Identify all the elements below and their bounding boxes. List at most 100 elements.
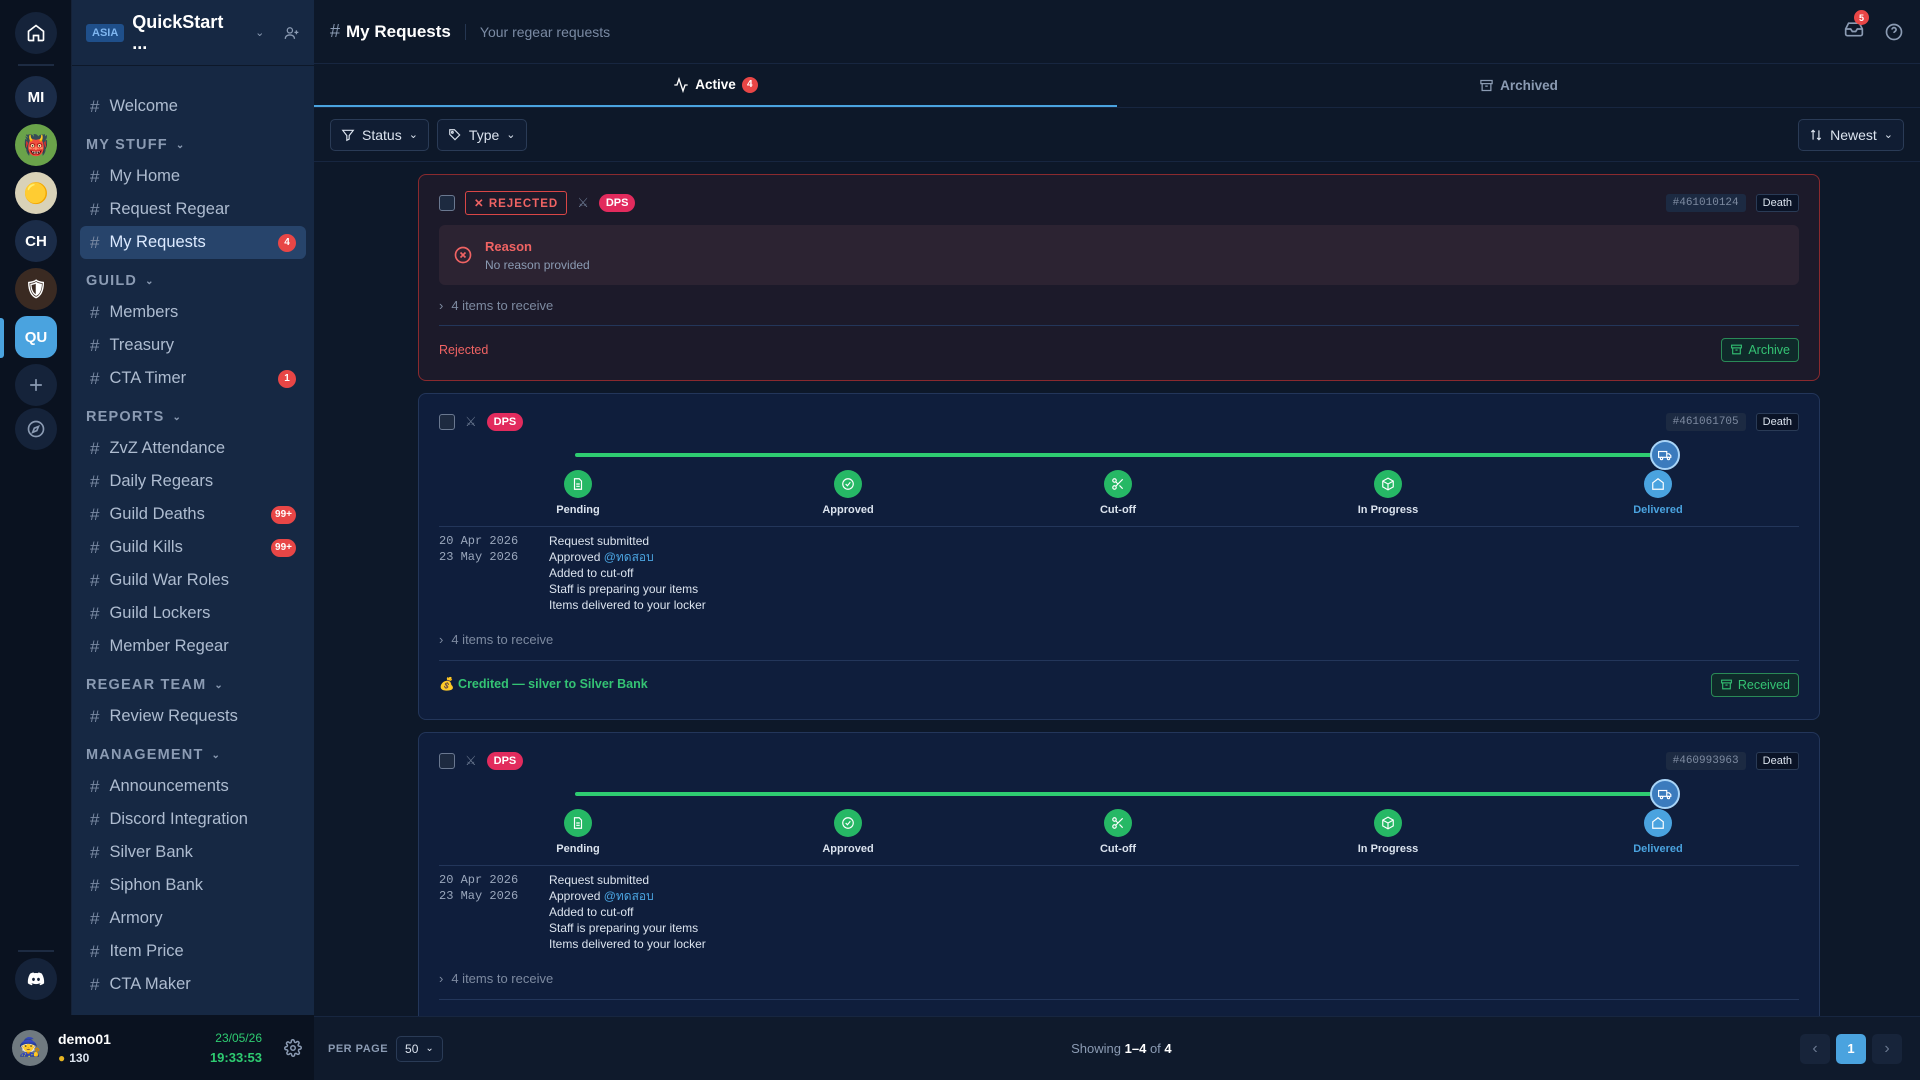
avatar[interactable]: 🧙 (12, 1029, 48, 1066)
coin-balance: 130 (69, 1050, 90, 1065)
server-ch[interactable]: CH (15, 220, 57, 262)
per-page-select[interactable]: 50 ⌄ (396, 1035, 443, 1062)
select-checkbox[interactable] (439, 753, 455, 769)
nav-welcome[interactable]: # Welcome (80, 90, 306, 123)
server-rail: MI 👹 🟡 CH 🛡 QU (0, 0, 72, 1080)
section-management[interactable]: MANAGEMENT ⌄ (80, 740, 306, 770)
filter-bar: Status ⌄ Type ⌄ Newest ⌄ (314, 108, 1920, 162)
nav-announcements[interactable]: # Announcements (80, 770, 306, 803)
nav-guild-war-roles[interactable]: # Guild War Roles (80, 564, 306, 597)
progress-tracker: Pending Approved Cut-off In Progress Del… (439, 434, 1799, 526)
activity-icon (674, 76, 688, 93)
section-guild[interactable]: GUILD ⌄ (80, 266, 306, 296)
nav-guild-kills[interactable]: # Guild Kills 99+ (80, 531, 306, 564)
server-mi[interactable]: MI (15, 76, 57, 118)
items-toggle[interactable]: › 4 items to receive (439, 618, 1799, 660)
chevron-down-icon[interactable]: ⌄ (255, 26, 264, 39)
goblin-avatar-icon: 👹 (23, 134, 49, 157)
request-id[interactable]: #461061705 (1665, 413, 1746, 431)
hash-icon: # (90, 809, 100, 829)
nav-guild-lockers[interactable]: # Guild Lockers (80, 597, 306, 630)
hash-icon: # (90, 776, 100, 796)
step-delivered: Delivered (1598, 470, 1718, 516)
nav-request-regear[interactable]: # Request Regear (80, 193, 306, 226)
explore-button[interactable] (15, 408, 57, 450)
guild-header[interactable]: ASIA QuickStart ... ⌄ (72, 0, 314, 66)
settings-gear-icon[interactable] (284, 1038, 302, 1057)
notifications-button[interactable]: 5 (1844, 10, 1869, 44)
nav-discord-integration[interactable]: # Discord Integration (80, 803, 306, 836)
nav-cta-timer[interactable]: # CTA Timer 1 (80, 362, 306, 395)
tab-archived[interactable]: Archived (1117, 64, 1920, 107)
server-avatar-minion[interactable]: 🟡 (15, 172, 57, 214)
items-toggle[interactable]: › 4 items to receive (439, 957, 1799, 999)
request-id[interactable]: #461010124 (1665, 194, 1746, 212)
check-circle-icon (834, 470, 862, 498)
user-time: 19:33:53 (209, 1049, 262, 1065)
add-server-button[interactable] (15, 364, 57, 406)
type-filter[interactable]: Type ⌄ (436, 118, 527, 151)
server-qu[interactable]: QU (15, 316, 57, 358)
request-card: ⚔ DPS #460993963 Death Pending Approved … (418, 732, 1820, 1016)
items-toggle[interactable]: › 4 items to receive (439, 285, 1799, 325)
chevron-down-icon: ⌄ (211, 749, 222, 761)
scissors-icon (1104, 470, 1132, 498)
footer-status: Rejected (439, 342, 489, 357)
reason-text: No reason provided (485, 257, 590, 272)
next-page-button[interactable]: › (1872, 1033, 1902, 1064)
nav-member-regear[interactable]: # Member Regear (80, 630, 306, 663)
top-bar: # My Requests Your regear requests 5 (314, 0, 1920, 64)
nav-armory[interactable]: # Armory (80, 902, 306, 935)
nav-cta-maker[interactable]: # CTA Maker (80, 968, 306, 1000)
type-badge: Death (1755, 752, 1799, 770)
approver-mention[interactable]: @ทดสอบ (604, 550, 654, 564)
tab-active[interactable]: Active 4 (314, 64, 1117, 107)
page-1-button[interactable]: 1 (1836, 1033, 1866, 1064)
nav-members[interactable]: # Members (80, 296, 306, 329)
per-page-label: PER PAGE (328, 1042, 389, 1055)
received-button[interactable]: Received (1710, 672, 1799, 697)
discord-button[interactable] (15, 958, 57, 1000)
nav-siphon-bank[interactable]: # Siphon Bank (80, 869, 306, 902)
swords-icon: ⚔ (465, 753, 477, 768)
step-delivered: Delivered (1598, 809, 1718, 855)
nav-silver-bank[interactable]: # Silver Bank (80, 836, 306, 869)
nav-my-home[interactable]: # My Home (80, 160, 306, 193)
chevron-down-icon: ⌄ (172, 411, 183, 423)
request-card: ⚔ DPS #461061705 Death Pending Approved … (418, 393, 1820, 720)
invite-user-icon[interactable] (284, 25, 300, 41)
role-badge: DPS (598, 194, 636, 212)
select-checkbox[interactable] (439, 195, 455, 211)
guild-name: QuickStart ... (132, 11, 224, 53)
server-avatar-goblin[interactable]: 👹 (15, 124, 57, 166)
filter-icon (341, 129, 355, 141)
approver-mention[interactable]: @ทดสอบ (604, 889, 654, 903)
reason-title: Reason (485, 238, 532, 254)
hash-icon: # (90, 570, 100, 590)
select-checkbox[interactable] (439, 414, 455, 430)
help-icon[interactable] (1884, 22, 1904, 42)
step-approved: Approved (788, 470, 908, 516)
status-filter[interactable]: Status ⌄ (330, 118, 429, 151)
home-button[interactable] (15, 12, 57, 54)
nav-zvz-attendance[interactable]: # ZvZ Attendance (80, 432, 306, 465)
section-my-stuff[interactable]: MY STUFF ⌄ (80, 130, 306, 160)
nav-daily-regears[interactable]: # Daily Regears (80, 465, 306, 498)
package-icon (1374, 809, 1402, 837)
nav-item-price[interactable]: # Item Price (80, 935, 306, 968)
nav-guild-deaths[interactable]: # Guild Deaths 99+ (80, 498, 306, 531)
chevron-right-icon: › (439, 297, 444, 313)
section-regear-team[interactable]: REGEAR TEAM ⌄ (80, 670, 306, 700)
delivery-truck-icon (1650, 440, 1680, 470)
x-circle-icon (454, 246, 472, 264)
prev-page-button[interactable]: ‹ (1800, 1033, 1830, 1064)
section-reports[interactable]: REPORTS ⌄ (80, 402, 306, 432)
request-id[interactable]: #460993963 (1665, 752, 1746, 770)
sort-dropdown[interactable]: Newest ⌄ (1798, 118, 1904, 151)
nav-review-requests[interactable]: # Review Requests (80, 700, 306, 733)
archive-button[interactable]: Archive (1721, 337, 1799, 362)
nav-my-requests[interactable]: # My Requests 4 (80, 226, 306, 259)
archive-icon (1720, 679, 1732, 690)
nav-treasury[interactable]: # Treasury (80, 329, 306, 362)
server-avatar-knight[interactable]: 🛡 (15, 268, 57, 310)
